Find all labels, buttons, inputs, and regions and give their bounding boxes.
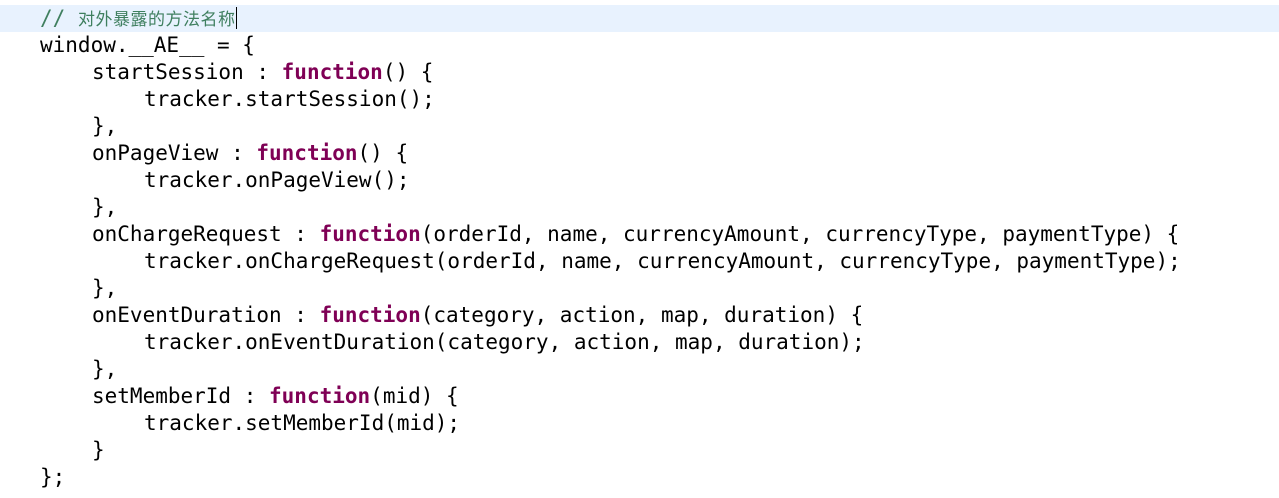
code-rest: () {	[357, 141, 409, 165]
code-line[interactable]: tracker.setMemberId(mid);	[0, 410, 1279, 437]
code-line[interactable]: tracker.startSession();	[0, 86, 1279, 113]
code-text: tracker.onChargeRequest(orderId, name, c…	[144, 249, 1181, 273]
code-line[interactable]: onPageView : function() {	[0, 140, 1279, 167]
code-line[interactable]: onEventDuration : function(category, act…	[0, 302, 1279, 329]
code-text: setMemberId : function(mid) {	[92, 383, 459, 410]
code-line[interactable]: },	[0, 194, 1279, 221]
code-line[interactable]: startSession : function() {	[0, 59, 1279, 86]
code-rest: (mid) {	[370, 384, 459, 408]
code-line[interactable]: };	[0, 464, 1279, 491]
code-text: }	[92, 438, 105, 462]
code-text: },	[92, 195, 118, 219]
code-line[interactable]: onChargeRequest : function(orderId, name…	[0, 221, 1279, 248]
comment: // 对外暴露的方法名称	[40, 5, 238, 34]
code-line[interactable]: }	[0, 437, 1279, 464]
code-line[interactable]: setMemberId : function(mid) {	[0, 383, 1279, 410]
code-line[interactable]: tracker.onEventDuration(category, action…	[0, 329, 1279, 356]
code-text: window.__AE__ = {	[40, 33, 255, 57]
code-line[interactable]: tracker.onChargeRequest(orderId, name, c…	[0, 248, 1279, 275]
code-line-comment[interactable]: // 对外暴露的方法名称	[0, 5, 1279, 32]
comment-prefix: //	[40, 6, 66, 30]
code-text: onChargeRequest : function(orderId, name…	[92, 221, 1179, 248]
method-name: startSession :	[92, 60, 282, 84]
method-name: setMemberId :	[92, 384, 270, 408]
code-text: },	[92, 114, 118, 138]
code-line[interactable]: window.__AE__ = {	[0, 32, 1279, 59]
code-text: };	[40, 465, 66, 489]
code-text: tracker.startSession();	[144, 87, 435, 111]
keyword: function	[256, 141, 358, 165]
keyword: function	[269, 384, 371, 408]
method-name: onPageView :	[92, 141, 257, 165]
method-name: onEventDuration :	[92, 303, 320, 327]
code-text: },	[92, 276, 118, 300]
code-line[interactable]: },	[0, 356, 1279, 383]
code-text: tracker.onEventDuration(category, action…	[144, 330, 865, 354]
code-text: tracker.onPageView();	[144, 168, 410, 192]
code-text: onEventDuration : function(category, act…	[92, 302, 863, 329]
code-editor[interactable]: // 对外暴露的方法名称 window.__AE__ = { startSess…	[0, 0, 1279, 498]
text-caret	[236, 7, 238, 29]
code-line[interactable]: tracker.onPageView();	[0, 167, 1279, 194]
code-line[interactable]: },	[0, 113, 1279, 140]
code-text: tracker.setMemberId(mid);	[144, 411, 461, 435]
code-line[interactable]: },	[0, 275, 1279, 302]
code-text: },	[92, 357, 118, 381]
code-rest: () {	[382, 60, 434, 84]
code-rest: (category, action, map, duration) {	[420, 303, 864, 327]
comment-text: 对外暴露的方法名称	[77, 10, 236, 30]
keyword: function	[281, 60, 383, 84]
code-rest: (orderId, name, currencyAmount, currency…	[420, 222, 1180, 246]
code-text: onPageView : function() {	[92, 140, 408, 167]
keyword: function	[319, 222, 421, 246]
code-text: startSession : function() {	[92, 59, 433, 86]
keyword: function	[319, 303, 421, 327]
method-name: onChargeRequest :	[92, 222, 320, 246]
